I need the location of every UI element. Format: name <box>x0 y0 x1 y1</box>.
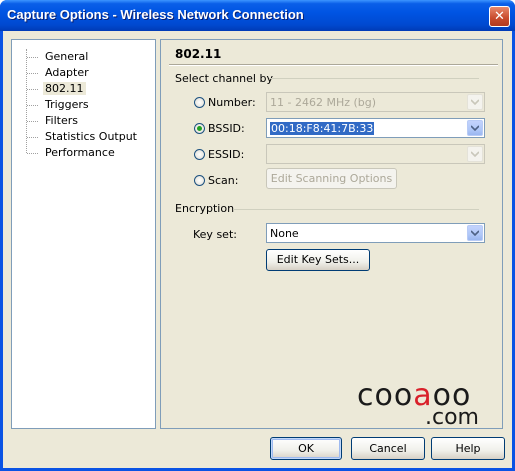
tree-item-triggers[interactable]: Triggers <box>27 97 139 113</box>
window-title: Capture Options - Wireless Network Conne… <box>7 7 304 22</box>
tree-item-label: 802.11 <box>43 82 86 95</box>
tree-item-label: Filters <box>45 114 78 127</box>
chevron-down-icon[interactable] <box>467 225 483 241</box>
tree-lines: General Adapter 802.11 Triggers Filters … <box>26 49 139 159</box>
essid-select[interactable] <box>266 144 485 164</box>
tree-item-filters[interactable]: Filters <box>27 113 139 129</box>
encryption-group-label: Encryption <box>175 202 235 215</box>
bssid-radio-label: BSSID: <box>208 122 245 135</box>
tree-item-label: Triggers <box>45 98 89 111</box>
cancel-button[interactable]: Cancel <box>351 437 425 460</box>
key-set-select[interactable]: None <box>266 223 485 243</box>
tree-item-general[interactable]: General <box>27 49 139 65</box>
number-radio[interactable] <box>194 97 205 108</box>
encryption-group-divider <box>233 209 479 210</box>
essid-radio-label: ESSID: <box>208 148 245 161</box>
tree-item-802-11[interactable]: 802.11 <box>27 81 139 97</box>
tree-item-label: Performance <box>45 146 115 159</box>
chevron-down-icon <box>467 94 483 110</box>
tree-item-label: Adapter <box>45 66 89 79</box>
close-icon: ✕ <box>494 9 505 24</box>
channel-number-select[interactable]: 11 - 2462 MHz (bg) <box>266 92 485 112</box>
tree-item-performance[interactable]: Performance <box>27 145 139 161</box>
channel-group-label: Select channel by <box>175 72 273 85</box>
title-bar[interactable]: Capture Options - Wireless Network Conne… <box>0 0 515 31</box>
watermark-domain: .com <box>425 405 479 430</box>
chevron-down-icon[interactable] <box>467 120 483 136</box>
channel-group-divider <box>269 78 479 79</box>
watermark-part: coo <box>357 378 414 413</box>
channel-number-value: 11 - 2462 MHz (bg) <box>270 96 377 109</box>
tree-item-adapter[interactable]: Adapter <box>27 65 139 81</box>
settings-panel: 802.11 Select channel by Number: 11 - 24… <box>160 39 503 429</box>
category-tree: General Adapter 802.11 Triggers Filters … <box>11 39 156 429</box>
scan-radio-label: Scan: <box>208 174 239 187</box>
title-divider <box>169 64 498 66</box>
close-button[interactable]: ✕ <box>489 6 510 27</box>
edit-key-sets-button[interactable]: Edit Key Sets... <box>266 249 370 271</box>
scan-radio[interactable] <box>194 175 205 186</box>
key-set-label: Key set: <box>193 228 237 241</box>
key-set-value: None <box>270 227 299 240</box>
tree-item-label: Statistics Output <box>45 130 137 143</box>
page-title: 802.11 <box>175 47 222 61</box>
ok-button[interactable]: OK <box>270 437 342 460</box>
tree-item-statistics-output[interactable]: Statistics Output <box>27 129 139 145</box>
chevron-down-icon <box>467 146 483 162</box>
help-button[interactable]: Help <box>431 437 505 460</box>
essid-radio[interactable] <box>194 149 205 160</box>
bssid-select[interactable]: 00:18:F8:41:7B:33 <box>266 118 485 138</box>
bssid-value: 00:18:F8:41:7B:33 <box>270 122 375 135</box>
number-radio-label: Number: <box>208 96 256 109</box>
tree-item-label: General <box>45 50 89 63</box>
edit-scanning-options-button[interactable]: Edit Scanning Options <box>266 168 397 189</box>
settings-panel-body: 802.11 Select channel by Number: 11 - 24… <box>161 40 502 428</box>
dialog-window: Capture Options - Wireless Network Conne… <box>0 0 515 471</box>
bssid-radio[interactable] <box>194 123 205 134</box>
